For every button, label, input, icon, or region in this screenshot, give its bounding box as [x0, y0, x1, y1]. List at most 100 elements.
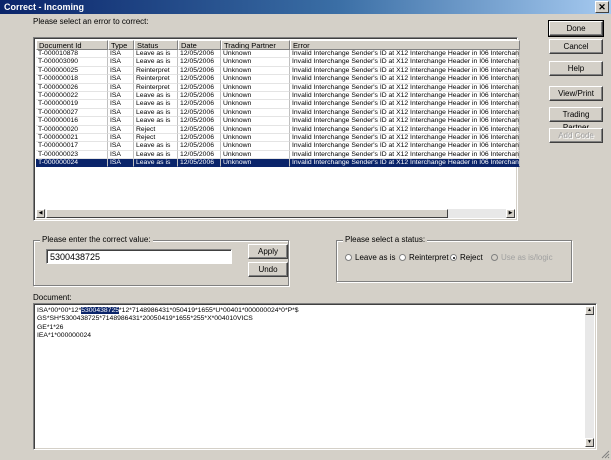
- table-row[interactable]: T-000000022 ISA Leave as is 12/05/2006 Unkno…: [36, 91, 520, 101]
- table-cell: T-000000017: [36, 142, 108, 151]
- table-cell: T-000010878: [36, 50, 108, 59]
- table-cell: Unknown: [221, 133, 290, 143]
- doc-line-1-suffix: *12*7148986431*050419*1655*U*00401*00000…: [119, 307, 299, 314]
- radio-reinterpret[interactable]: Reinterpret: [399, 253, 449, 262]
- radio-use-as-is-logic[interactable]: Use as is/logic: [491, 253, 553, 262]
- table-cell: T-000000024: [36, 159, 108, 168]
- undo-button[interactable]: Undo: [248, 262, 288, 277]
- table-row[interactable]: T-000000018 ISA Reinterpret 12/05/2006 Unkno…: [36, 75, 520, 84]
- radio-icon[interactable]: [345, 254, 352, 261]
- doc-line: GE*1*26: [37, 323, 64, 331]
- table-cell: Unknown: [221, 66, 290, 76]
- radio-icon[interactable]: [399, 254, 406, 261]
- view-print-button[interactable]: View/Print: [549, 86, 603, 101]
- table-row[interactable]: T-000000027 ISA Leave as is 12/05/2006 Unkno…: [36, 108, 520, 118]
- correct-value-input[interactable]: 5300438725: [46, 249, 232, 264]
- errors-horizontal-scrollbar[interactable]: ◀ ▶: [36, 209, 515, 218]
- errors-grid[interactable]: Document Id Type Status Date Trading Partner…: [33, 37, 520, 221]
- radio-icon[interactable]: [491, 254, 498, 261]
- scroll-up-icon[interactable]: ▲: [585, 306, 594, 315]
- radio-icon[interactable]: [450, 254, 457, 261]
- doc-line-1-prefix: ISA*00*00*12*: [37, 307, 82, 314]
- table-cell: Unknown: [221, 150, 290, 160]
- column-header[interactable]: Error: [290, 40, 520, 50]
- table-row[interactable]: T-000000019 ISA Leave as is 12/05/2006 Unkno…: [36, 100, 520, 109]
- table-cell: Invalid Interchange Sender's ID at X12 I…: [290, 133, 520, 143]
- table-row[interactable]: T-000010878 ISA Leave as is 12/05/2006 Unkno…: [36, 50, 520, 59]
- table-row[interactable]: T-000000017 ISA Leave as is 12/05/2006 Unkno…: [36, 142, 520, 151]
- table-cell: 12/05/2006: [178, 159, 221, 168]
- table-row[interactable]: T-000000020 ISA Reject 12/05/2006 Unknown Inv…: [36, 125, 520, 134]
- scroll-down-icon[interactable]: ▼: [585, 438, 594, 447]
- apply-button[interactable]: Apply: [248, 244, 288, 259]
- column-header[interactable]: Date: [178, 40, 221, 50]
- table-cell: Leave as is: [134, 108, 178, 118]
- status-group: Please select a status: Leave as is Rein…: [336, 235, 572, 282]
- cancel-button[interactable]: Cancel: [549, 39, 603, 54]
- table-row[interactable]: T-000000025 ISA Reinterpret 12/05/2006 Unkno…: [36, 66, 520, 76]
- table-row[interactable]: T-000000023 ISA Leave as is 12/05/2006 Unkno…: [36, 150, 520, 160]
- table-cell: Reinterpret: [134, 83, 178, 92]
- table-row[interactable]: T-000000024 ISA Leave as is 12/05/2006 Unkno…: [36, 159, 520, 168]
- help-button[interactable]: Help: [549, 61, 603, 76]
- done-button[interactable]: Done: [548, 20, 604, 37]
- scroll-left-icon[interactable]: ◀: [36, 209, 45, 218]
- table-cell: Unknown: [221, 50, 290, 59]
- errors-grid-header: Document Id Type Status Date Trading Partner…: [36, 40, 520, 50]
- table-cell: ISA: [108, 150, 134, 160]
- column-header[interactable]: Type: [108, 40, 134, 50]
- table-cell: 12/05/2006: [178, 91, 221, 101]
- table-cell: 12/05/2006: [178, 142, 221, 151]
- table-cell: Leave as is: [134, 117, 178, 126]
- table-cell: Unknown: [221, 108, 290, 118]
- scroll-right-icon[interactable]: ▶: [506, 209, 515, 218]
- table-cell: ISA: [108, 75, 134, 84]
- column-header[interactable]: Status: [134, 40, 178, 50]
- trading-partner-button[interactable]: Trading Partner: [549, 107, 603, 132]
- doc-line: GS*SH*5300438725*7148986431*20050419*165…: [37, 315, 253, 323]
- table-cell: ISA: [108, 66, 134, 76]
- table-cell: Reject: [134, 133, 178, 143]
- table-cell: 12/05/2006: [178, 150, 221, 160]
- title-bar: Correct - Incoming ✕: [0, 0, 611, 14]
- table-cell: Unknown: [221, 159, 290, 168]
- close-icon[interactable]: ✕: [595, 1, 609, 13]
- table-cell: Unknown: [221, 117, 290, 126]
- table-cell: 12/05/2006: [178, 58, 221, 67]
- table-cell: T-000000021: [36, 133, 108, 143]
- table-cell: ISA: [108, 100, 134, 109]
- table-row[interactable]: T-000000026 ISA Reinterpret 12/05/2006 Unkno…: [36, 83, 520, 92]
- column-header[interactable]: Trading Partner: [221, 40, 290, 50]
- table-cell: Invalid Interchange Sender's ID at X12 I…: [290, 108, 520, 118]
- table-cell: ISA: [108, 50, 134, 59]
- table-cell: 12/05/2006: [178, 66, 221, 76]
- table-cell: Leave as is: [134, 150, 178, 160]
- table-cell: Reinterpret: [134, 66, 178, 76]
- document-textarea[interactable]: ISA*00*00*12*5300438725*12*7148986431*05…: [33, 303, 597, 450]
- radio-reject[interactable]: Reject: [450, 253, 483, 262]
- table-cell: 12/05/2006: [178, 50, 221, 59]
- table-cell: T-000000027: [36, 108, 108, 118]
- table-row[interactable]: T-000000016 ISA Leave as is 12/05/2006 Unkno…: [36, 117, 520, 126]
- table-cell: 12/05/2006: [178, 83, 221, 92]
- table-cell: Invalid Interchange Sender's ID at X12 I…: [290, 58, 520, 67]
- radio-label: Use as is/logic: [501, 253, 553, 262]
- radio-leave-as-is[interactable]: Leave as is: [345, 253, 395, 262]
- table-cell: ISA: [108, 108, 134, 118]
- resize-grip-icon[interactable]: [600, 449, 610, 459]
- table-cell: Invalid Interchange Sender's ID at X12 I…: [290, 50, 520, 59]
- table-row[interactable]: T-000003090 ISA Leave as is 12/05/2006 Unkno…: [36, 58, 520, 67]
- table-cell: T-000000020: [36, 125, 108, 134]
- add-code-button[interactable]: Add Code: [549, 128, 603, 143]
- table-cell: Invalid Interchange Sender's ID at X12 I…: [290, 117, 520, 126]
- table-row[interactable]: T-000000021 ISA Reject 12/05/2006 Unknown Inv…: [36, 133, 520, 143]
- document-vertical-scrollbar[interactable]: ▲ ▼: [585, 306, 594, 447]
- table-cell: T-000000025: [36, 66, 108, 76]
- table-cell: ISA: [108, 159, 134, 168]
- table-cell: Unknown: [221, 83, 290, 92]
- scroll-thumb[interactable]: [46, 209, 448, 218]
- table-cell: Invalid Interchange Sender's ID at X12 I…: [290, 83, 520, 92]
- table-cell: Unknown: [221, 100, 290, 109]
- document-label: Document:: [33, 293, 72, 302]
- column-header[interactable]: Document Id: [36, 40, 108, 50]
